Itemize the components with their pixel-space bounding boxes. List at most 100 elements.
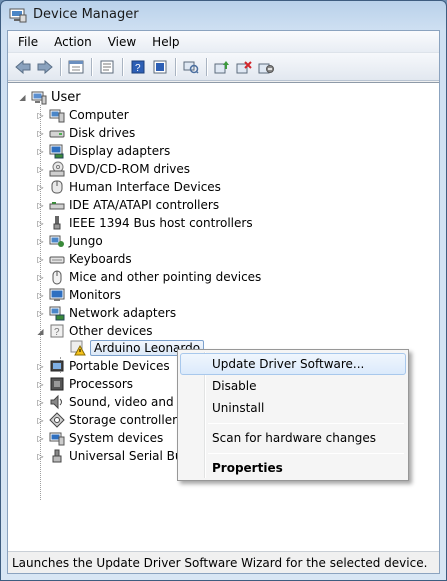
tree-item-other-devices[interactable]: ◢ ? Other devices — [36, 322, 153, 340]
tree-item-jungo[interactable]: ▷ Jungo — [36, 232, 103, 250]
tree-item-usb[interactable]: ▷ Universal Serial Bus — [36, 447, 189, 465]
tree-item-label: Processors — [69, 377, 134, 391]
up-icon[interactable] — [65, 57, 86, 77]
toolbar-separator — [91, 57, 92, 76]
expand-arrow-icon[interactable]: ▷ — [36, 111, 45, 120]
window-title: Device Manager — [33, 7, 139, 22]
monitor-icon — [49, 287, 65, 303]
tree-item-label: Human Interface Devices — [69, 180, 221, 194]
expand-arrow-icon[interactable]: ▷ — [36, 398, 45, 407]
tree-root-label: User — [51, 89, 81, 105]
toolbar-separator — [175, 57, 176, 76]
disk-drive-icon — [49, 125, 65, 141]
dvd-icon — [49, 161, 65, 177]
menu-disable[interactable]: Disable — [180, 375, 406, 397]
menu-file[interactable]: File — [10, 33, 46, 51]
menu-uninstall[interactable]: Uninstall — [180, 397, 406, 419]
storage-controller-icon — [49, 412, 65, 428]
tree-item-label: Other devices — [69, 324, 153, 338]
tree-item-network-adapters[interactable]: ▷ Network adapters — [36, 304, 176, 322]
tree-item-ieee1394[interactable]: ▷ IEEE 1394 Bus host controllers — [36, 214, 253, 232]
tree-root-user[interactable]: ◢ User — [18, 88, 81, 106]
context-menu-separator — [208, 423, 404, 424]
system-devices-icon — [49, 430, 65, 446]
expand-arrow-icon[interactable]: ▷ — [36, 237, 45, 246]
help-icon[interactable]: ? — [127, 57, 148, 77]
tree-item-label: Storage controllers — [69, 413, 184, 427]
tree-item-ide[interactable]: ▷ IDE ATA/ATAPI controllers — [36, 196, 219, 214]
client-area: File Action View Help ? ◢ User ▷ Compute… — [7, 30, 440, 574]
expand-arrow-icon[interactable]: ▷ — [36, 309, 45, 318]
tree-item-system-devices[interactable]: ▷ System devices — [36, 429, 163, 447]
expand-arrow-icon[interactable]: ▷ — [36, 183, 45, 192]
context-menu: Update Driver Software... Disable Uninst… — [177, 349, 409, 481]
menu-properties[interactable]: Properties — [180, 457, 406, 479]
tree-item-label: Jungo — [69, 234, 103, 248]
expand-arrow-icon[interactable]: ▷ — [36, 362, 45, 371]
tree-item-hid[interactable]: ▷ Human Interface Devices — [36, 178, 221, 196]
toolbar-separator — [60, 57, 61, 76]
tree-item-label: Monitors — [69, 288, 121, 302]
expand-arrow-icon[interactable]: ▷ — [36, 380, 45, 389]
expand-arrow-icon[interactable]: ▷ — [36, 452, 45, 461]
device-manager-app-icon — [9, 7, 27, 23]
tree-item-processors[interactable]: ▷ Processors — [36, 375, 133, 393]
tree-item-label: IEEE 1394 Bus host controllers — [69, 216, 253, 230]
tree-item-storage-controllers[interactable]: ▷ Storage controllers — [36, 411, 183, 429]
tree-item-label: System devices — [69, 431, 164, 445]
tree-item-keyboards[interactable]: ▷ Keyboards — [36, 250, 132, 268]
network-adapter-icon — [49, 305, 65, 321]
expand-arrow-icon[interactable]: ▷ — [36, 201, 45, 210]
usb-icon — [49, 448, 65, 464]
portable-device-icon — [49, 358, 65, 374]
tree-item-computer[interactable]: ▷ Computer — [36, 106, 129, 124]
sound-icon — [49, 394, 65, 410]
tree-item-mice[interactable]: ▷ Mice and other pointing devices — [36, 268, 261, 286]
computer-icon — [49, 107, 65, 123]
tree-item-label: Display adapters — [69, 144, 171, 158]
hid-icon — [49, 179, 65, 195]
tree-item-display-adapters[interactable]: ▷ Display adapters — [36, 142, 170, 160]
other-devices-icon: ? — [49, 323, 65, 339]
tree-item-label: Universal Serial Bus — [69, 449, 189, 463]
show-hide-icon[interactable] — [149, 57, 170, 77]
properties-icon[interactable] — [96, 57, 117, 77]
tree-item-label: Portable Devices — [69, 359, 170, 373]
expand-arrow-icon[interactable]: ▷ — [36, 219, 45, 228]
expand-arrow-icon[interactable]: ▷ — [36, 416, 45, 425]
keyboard-icon — [49, 251, 65, 267]
tree-item-disk-drives[interactable]: ▷ Disk drives — [36, 124, 135, 142]
menu-scan-hardware-changes[interactable]: Scan for hardware changes — [180, 427, 406, 449]
menu-bar: File Action View Help — [8, 31, 439, 53]
uninstall-icon[interactable] — [233, 57, 254, 77]
mouse-icon — [49, 269, 65, 285]
collapse-arrow-icon[interactable]: ◢ — [36, 327, 45, 336]
tree-item-sound-video[interactable]: ▷ Sound, video and ga — [36, 393, 192, 411]
tree-item-label: DVD/CD-ROM drives — [69, 162, 191, 176]
menu-update-driver-software[interactable]: Update Driver Software... — [180, 353, 406, 375]
expand-arrow-icon[interactable]: ▷ — [36, 273, 45, 282]
back-icon[interactable] — [12, 57, 33, 77]
menu-view[interactable]: View — [100, 33, 144, 51]
ide-icon — [49, 197, 65, 213]
collapse-arrow-icon[interactable]: ◢ — [18, 93, 27, 102]
tree-item-monitors[interactable]: ▷ Monitors — [36, 286, 121, 304]
tree-item-portable-devices[interactable]: ▷ Portable Devices — [36, 357, 170, 375]
tree-item-label: Keyboards — [69, 252, 132, 266]
tree-item-dvd-cdrom[interactable]: ▷ DVD/CD-ROM drives — [36, 160, 190, 178]
expand-arrow-icon[interactable]: ▷ — [36, 434, 45, 443]
disable-icon[interactable] — [255, 57, 276, 77]
scan-icon[interactable] — [180, 57, 201, 77]
expand-arrow-icon[interactable]: ▷ — [36, 129, 45, 138]
expand-arrow-icon[interactable]: ▷ — [36, 147, 45, 156]
forward-icon[interactable] — [34, 57, 55, 77]
status-bar: Launches the Update Driver Software Wiza… — [8, 551, 439, 573]
update-driver-icon[interactable] — [211, 57, 232, 77]
expand-arrow-icon[interactable]: ▷ — [36, 255, 45, 264]
expand-arrow-icon[interactable]: ▷ — [36, 165, 45, 174]
menu-help[interactable]: Help — [144, 33, 187, 51]
title-bar[interactable]: Device Manager — [1, 1, 446, 29]
tree-item-label: Disk drives — [69, 126, 136, 140]
menu-action[interactable]: Action — [46, 33, 100, 51]
expand-arrow-icon[interactable]: ▷ — [36, 291, 45, 300]
